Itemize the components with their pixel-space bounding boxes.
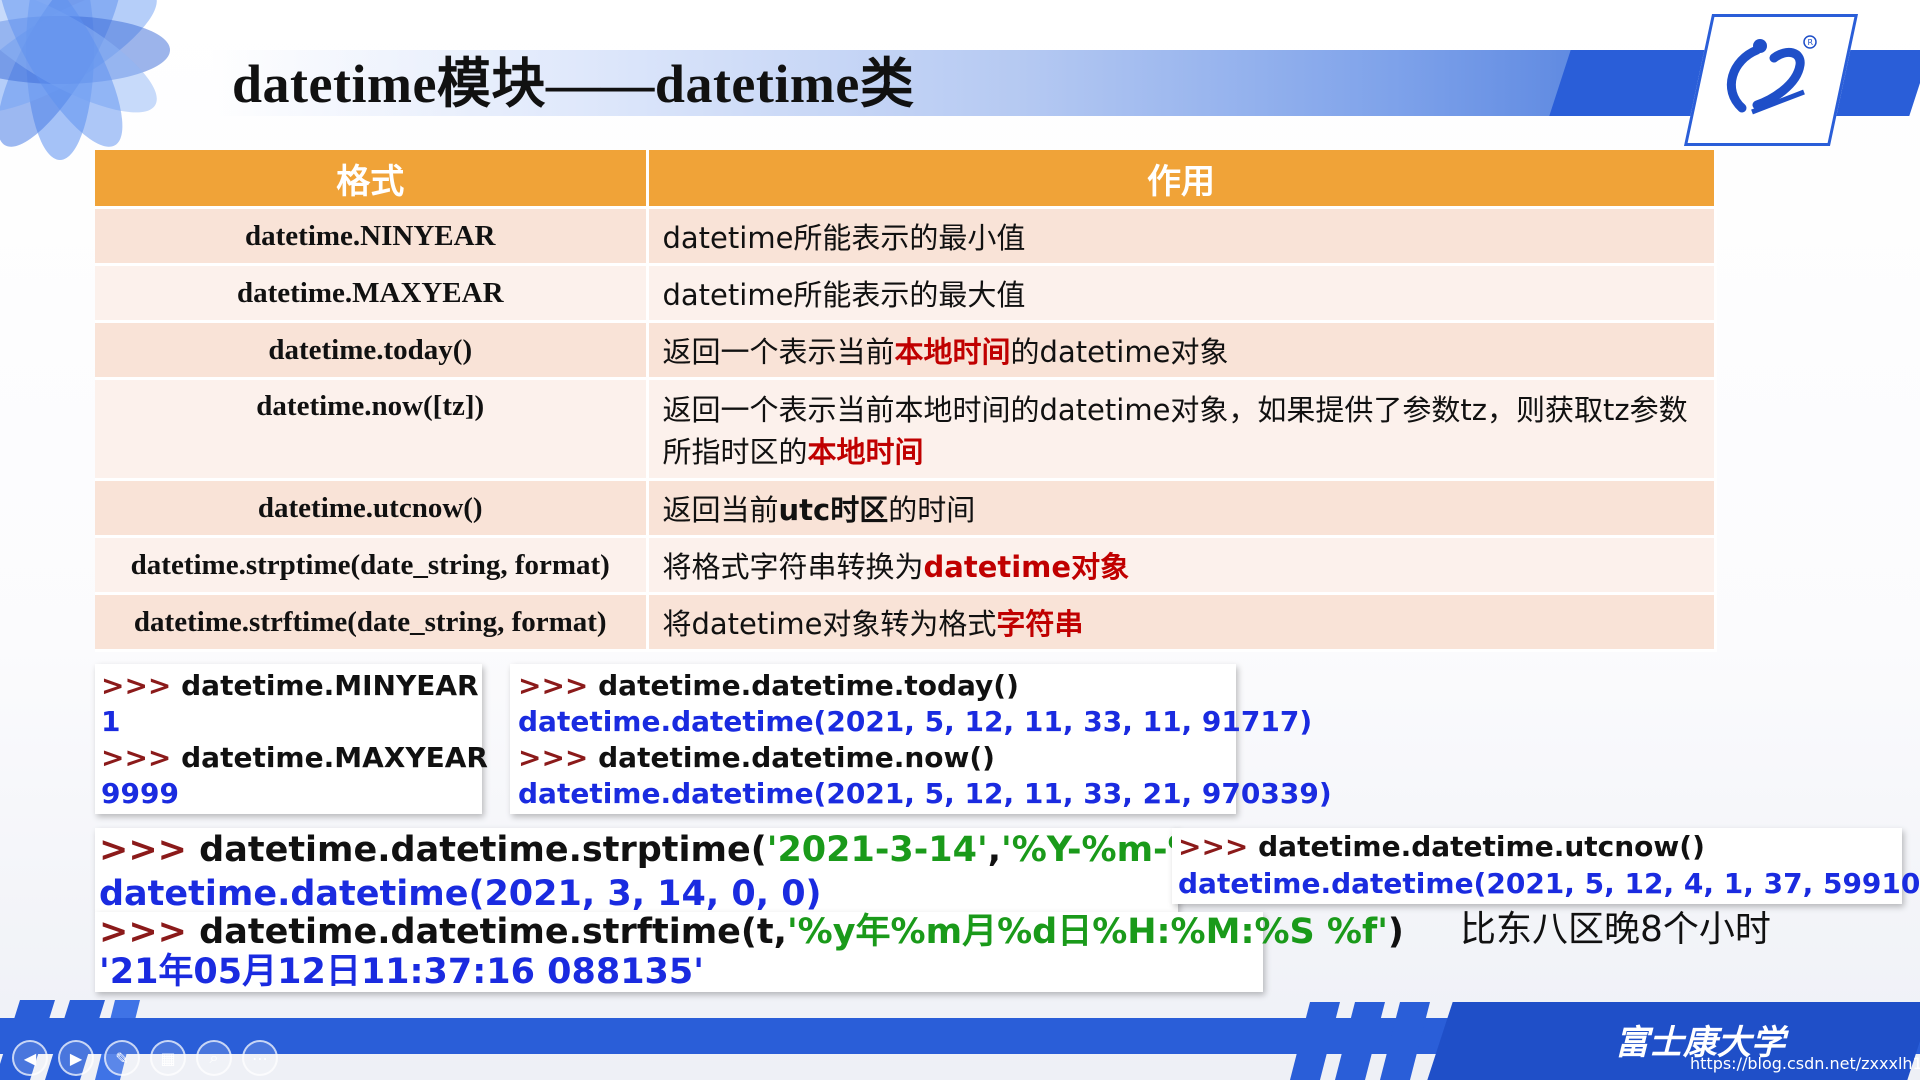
code-prompt: >>> xyxy=(101,669,182,702)
code-output: datetime.datetime(2021, 5, 12, 11, 33, 2… xyxy=(518,777,1332,810)
code-line: >>> datetime.datetime.utcnow() xyxy=(1178,828,1896,865)
description-text: 返回当前 xyxy=(662,493,779,527)
description-text: datetime所能表示的最大值 xyxy=(662,278,1026,312)
description-text: 的时间 xyxy=(888,493,976,527)
code-prompt: >>> xyxy=(1178,830,1259,863)
highlighted-text: 本地时间 xyxy=(894,335,1011,369)
code-line: datetime.datetime(2021, 5, 12, 11, 33, 2… xyxy=(518,776,1332,812)
code-line: 1 xyxy=(101,704,476,740)
highlighted-text: utc时区 xyxy=(778,493,889,527)
description-text: 将datetime对象转为格式 xyxy=(662,607,997,641)
code-line: >>> datetime.MINYEAR xyxy=(101,668,479,704)
code-output: datetime.datetime(2021, 3, 14, 0, 0) xyxy=(99,874,822,914)
method-format: datetime.today() xyxy=(95,321,649,380)
university-logo-icon: R xyxy=(1726,35,1817,115)
code-output: datetime.datetime(2021, 5, 12, 11, 33, 1… xyxy=(518,705,1313,738)
method-format: datetime.NINYEAR xyxy=(95,207,649,266)
pen-icon[interactable]: ✎ xyxy=(104,1040,140,1076)
code-line: >>> datetime.datetime.strptime('2021-3-1… xyxy=(99,828,1254,872)
code-prompt: >>> xyxy=(518,741,599,774)
code-block-today-now: >>> datetime.datetime.today() datetime.da… xyxy=(510,664,1332,814)
slideshow-controls: ◀ ▶ ✎ ▦ ⌕ ⋯ xyxy=(12,1040,278,1076)
header-purpose: 作用 xyxy=(647,150,1717,209)
slides-grid-icon[interactable]: ▦ xyxy=(150,1040,186,1076)
code-command: datetime.MINYEAR xyxy=(181,669,479,702)
method-format: datetime.strftime(date_string, format) xyxy=(95,593,649,652)
code-block-strptime: >>> datetime.datetime.strptime('2021-3-1… xyxy=(95,828,1254,914)
code-line: >>> datetime.datetime.strftime(t,'%y年%m月… xyxy=(99,912,1404,952)
code-block-utcnow: >>> datetime.datetime.utcnow() datetime.d… xyxy=(1172,828,1920,904)
code-line: '21年05月12日11:37:16 088135' xyxy=(99,952,1259,992)
highlighted-text: 本地时间 xyxy=(807,435,924,469)
code-command: datetime.datetime.utcnow() xyxy=(1258,830,1705,863)
code-line: datetime.datetime(2021, 3, 14, 0, 0) xyxy=(99,872,1174,916)
code-prompt: >>> xyxy=(99,830,200,870)
description-text: 的datetime对象 xyxy=(1010,335,1229,369)
code-string: '%y年%m月%d日%H:%M:%S %f' xyxy=(786,912,1388,952)
previous-slide-icon[interactable]: ◀ xyxy=(12,1040,48,1076)
code-line: 9999 xyxy=(101,776,476,812)
method-description: datetime所能表示的最大值 xyxy=(647,264,1717,323)
code-block-strftime: >>> datetime.datetime.strftime(t,'%y年%m月… xyxy=(95,912,1404,992)
svg-text:R: R xyxy=(1808,38,1814,47)
code-command: datetime.MAXYEAR xyxy=(181,741,488,774)
code-command: , xyxy=(987,830,1001,870)
code-prompt: >>> xyxy=(101,741,182,774)
code-line: datetime.datetime(2021, 5, 12, 11, 33, 1… xyxy=(518,704,1312,740)
table-row: datetime.strftime(date_string, format) 将d… xyxy=(95,593,1717,652)
code-string: '2021-3-14' xyxy=(766,830,988,870)
source-url-watermark: https://blog.csdn.net/zxxxlh123 xyxy=(1690,1054,1920,1073)
method-format: datetime.utcnow() xyxy=(95,479,649,538)
code-command: ) xyxy=(1387,912,1404,952)
description-text: datetime所能表示的最小值 xyxy=(662,221,1026,255)
slide-title: datetime模块——datetime类 xyxy=(232,54,915,114)
code-output: 1 xyxy=(101,705,121,738)
table-row: datetime.NINYEAR datetime所能表示的最小值 xyxy=(95,207,1717,266)
method-description: 返回一个表示当前本地时间的datetime对象，如果提供了参数tz，则获取tz参… xyxy=(647,378,1717,481)
code-command: datetime.datetime.strptime( xyxy=(199,830,767,870)
code-prompt: >>> xyxy=(99,912,200,952)
description-text: 将格式字符串转换为 xyxy=(662,550,924,584)
table-row: datetime.MAXYEAR datetime所能表示的最大值 xyxy=(95,264,1717,323)
code-line: >>> datetime.MAXYEAR xyxy=(101,740,488,776)
description-text: 返回一个表示当前 xyxy=(662,335,895,369)
code-command: datetime.datetime.now() xyxy=(598,741,995,774)
table-row: datetime.strptime(date_string, format) 将格… xyxy=(95,536,1717,595)
method-description: 将datetime对象转为格式字符串 xyxy=(647,593,1717,652)
code-command: datetime.datetime.today() xyxy=(598,669,1019,702)
table-row: datetime.today() 返回一个表示当前本地时间的datetime对象 xyxy=(95,321,1717,380)
method-description: 返回一个表示当前本地时间的datetime对象 xyxy=(647,321,1717,380)
highlighted-text: datetime对象 xyxy=(923,550,1130,584)
datetime-methods-table: 格式 作用 datetime.NINYEAR datetime所能表示的最小值 da… xyxy=(95,150,1717,652)
next-slide-icon[interactable]: ▶ xyxy=(58,1040,94,1076)
code-output: '21年05月12日11:37:16 088135' xyxy=(99,952,704,992)
code-block-minmax: >>> datetime.MINYEAR 1 >>> datetime.MAXYEA… xyxy=(95,664,488,814)
method-format: datetime.MAXYEAR xyxy=(95,264,649,323)
footer-stripes-right xyxy=(1290,1002,1430,1080)
code-line: datetime.datetime(2021, 5, 12, 4, 1, 37,… xyxy=(1178,865,1920,902)
utc-offset-note: 比东八区晚8个小时 xyxy=(1460,909,1771,950)
zoom-icon[interactable]: ⌕ xyxy=(196,1040,232,1076)
code-line: >>> datetime.datetime.now() xyxy=(518,740,1228,776)
table-row: datetime.now([tz]) 返回一个表示当前本地时间的datetime对… xyxy=(95,378,1717,481)
code-output: 9999 xyxy=(101,777,179,810)
more-options-icon[interactable]: ⋯ xyxy=(242,1040,278,1076)
method-format: datetime.strptime(date_string, format) xyxy=(95,536,649,595)
code-command: datetime.datetime.strftime(t, xyxy=(199,912,787,952)
header-format: 格式 xyxy=(95,150,649,209)
code-output: datetime.datetime(2021, 5, 12, 4, 1, 37,… xyxy=(1178,867,1920,900)
table-row: datetime.utcnow() 返回当前utc时区的时间 xyxy=(95,479,1717,538)
method-description: datetime所能表示的最小值 xyxy=(647,207,1717,266)
method-format: datetime.now([tz]) xyxy=(95,378,649,481)
method-description: 将格式字符串转换为datetime对象 xyxy=(647,536,1717,595)
code-line: >>> datetime.datetime.today() xyxy=(518,668,1228,704)
method-description: 返回当前utc时区的时间 xyxy=(647,479,1717,538)
code-prompt: >>> xyxy=(518,669,599,702)
highlighted-text: 字符串 xyxy=(996,607,1084,641)
flower-decoration xyxy=(0,0,170,160)
